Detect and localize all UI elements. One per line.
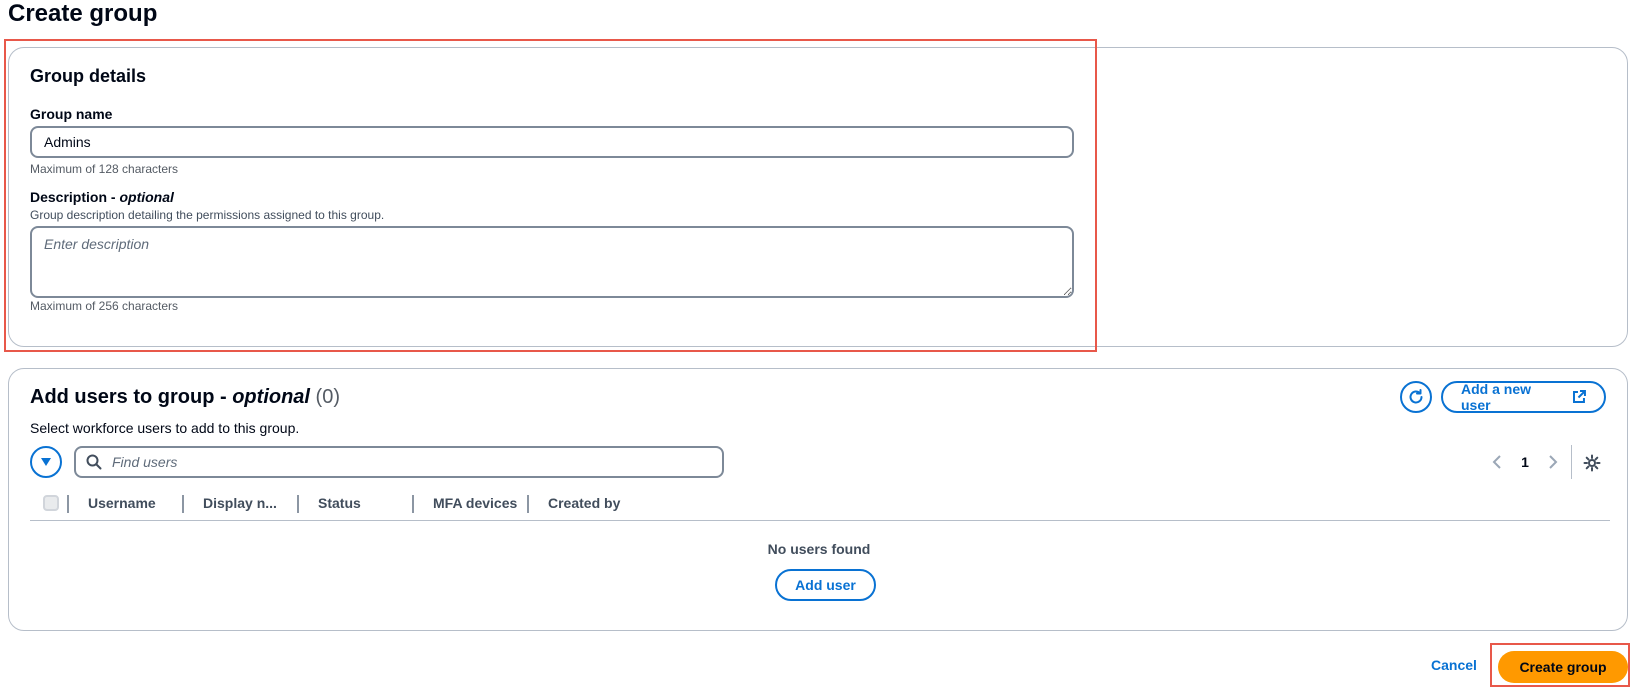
group-name-hint: Maximum of 128 characters [30, 162, 179, 176]
page-number[interactable]: 1 [1505, 454, 1545, 470]
column-created-by[interactable]: Created by [528, 491, 620, 515]
group-name-input[interactable] [30, 126, 1074, 158]
select-all-checkbox[interactable] [43, 495, 59, 511]
table-settings-button[interactable] [1583, 454, 1601, 472]
refresh-icon [1409, 389, 1423, 404]
page-title: Create group [8, 0, 158, 27]
add-users-title-main: Add users to group - [30, 386, 233, 408]
search-input[interactable] [112, 448, 712, 476]
cancel-button[interactable]: Cancel [1431, 657, 1477, 673]
add-new-user-button[interactable]: Add a new user [1441, 381, 1606, 413]
users-table-header: Username Display n... Status MFA devices… [30, 491, 1610, 521]
column-username[interactable]: Username [68, 491, 156, 515]
column-display-name[interactable]: Display n... [183, 491, 277, 515]
description-label-main: Description - [30, 189, 120, 205]
next-page-icon[interactable] [1545, 454, 1561, 470]
caret-down-icon [41, 458, 51, 466]
add-user-button[interactable]: Add user [775, 569, 876, 601]
users-count: (0) [315, 386, 340, 408]
external-link-icon [1573, 390, 1586, 403]
group-details-title: Group details [30, 66, 147, 86]
previous-page-icon[interactable] [1489, 454, 1505, 470]
create-group-button[interactable]: Create group [1498, 651, 1628, 683]
description-help: Group description detailing the permissi… [30, 208, 385, 222]
empty-state-title: No users found [767, 541, 871, 557]
add-new-user-label: Add a new user [1461, 381, 1532, 413]
add-users-title: Add users to group - optional (0) [30, 386, 340, 409]
search-field[interactable] [74, 446, 724, 478]
add-users-subtitle: Select workforce users to add to this gr… [30, 420, 300, 436]
add-user-label: Add user [795, 577, 856, 593]
description-label: Description - optional [30, 189, 174, 205]
add-users-panel: Add users to group - optional (0) Select… [8, 368, 1628, 631]
add-users-title-optional: optional [232, 386, 310, 408]
search-icon [86, 454, 102, 470]
description-label-optional: optional [119, 189, 174, 205]
column-mfa-devices[interactable]: MFA devices [413, 491, 517, 515]
description-textarea[interactable] [30, 226, 1074, 298]
gear-icon [1583, 454, 1601, 472]
refresh-button[interactable] [1400, 381, 1432, 413]
pagination: 1 [1489, 446, 1561, 478]
group-name-label: Group name [30, 106, 113, 122]
description-hint: Maximum of 256 characters [30, 299, 179, 313]
filter-toggle-button[interactable] [30, 446, 62, 478]
group-details-panel: Group details Group name Maximum of 128 … [8, 47, 1628, 347]
pagination-divider [1571, 445, 1572, 479]
column-status[interactable]: Status [298, 491, 361, 515]
